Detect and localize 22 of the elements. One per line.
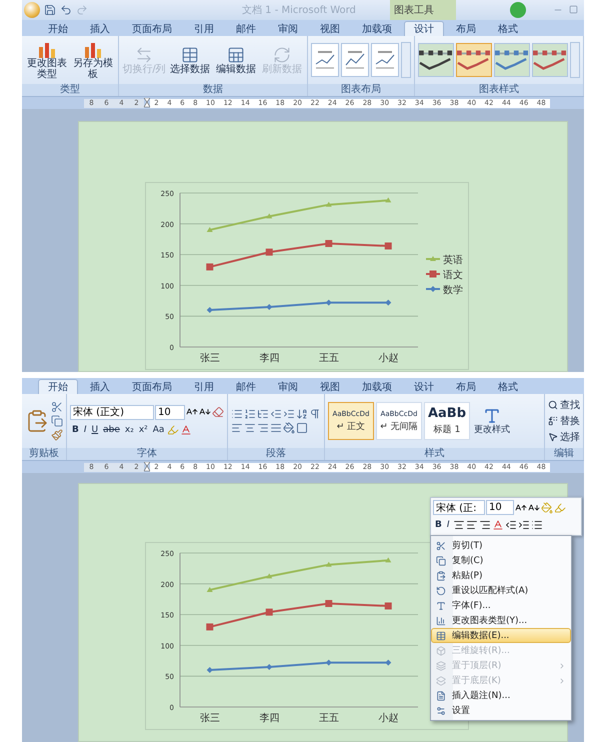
axis-label: 小赵 xyxy=(378,353,398,364)
group-label: 段落 xyxy=(228,448,324,460)
axis-label: 李四 xyxy=(259,713,280,724)
group-label: 样式 xyxy=(325,448,544,460)
group-label: 编辑 xyxy=(545,448,583,460)
axis-label: 李四 xyxy=(259,353,280,364)
axis-label: 张三 xyxy=(200,713,220,724)
axis-label: 小赵 xyxy=(378,713,398,724)
group-label: 类型 xyxy=(22,84,118,96)
group-label: 图表布局 xyxy=(308,84,414,96)
axis-label: 王五 xyxy=(318,353,339,364)
legend-label: 英语 xyxy=(443,255,463,266)
axis-label: 王五 xyxy=(318,713,339,724)
axis-label: 张三 xyxy=(200,353,220,364)
legend-label: 数学 xyxy=(443,285,463,296)
window-title: 文档 1 - Microsoft Word xyxy=(242,4,356,17)
group-label: 剪贴板 xyxy=(22,448,66,460)
legend-label: 语文 xyxy=(443,270,463,281)
group-label: 图表样式 xyxy=(415,84,583,96)
group-label: 数据 xyxy=(119,84,307,96)
context-tools-label: 图表工具 xyxy=(390,0,456,20)
group-label: 字体 xyxy=(67,448,227,460)
